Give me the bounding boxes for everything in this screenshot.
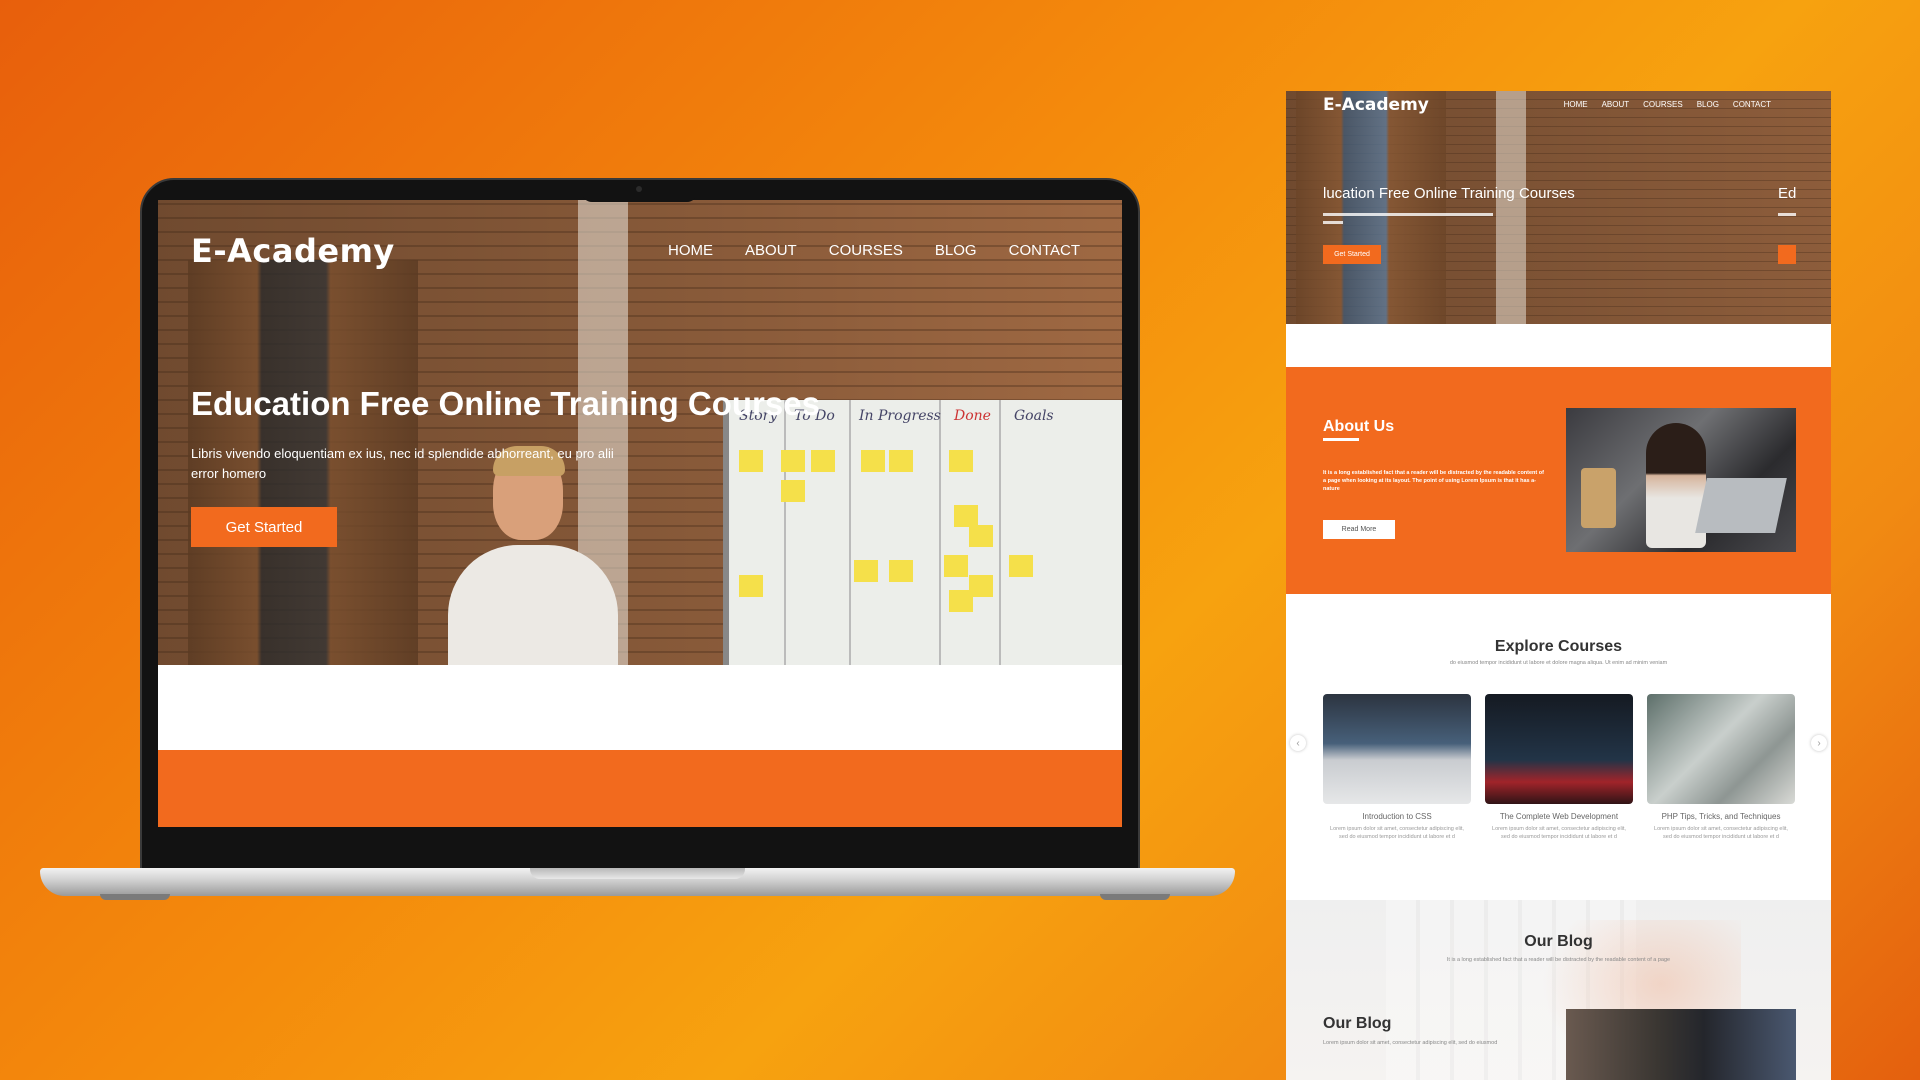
- board-divider: [999, 400, 1001, 665]
- course-card-image: [1485, 694, 1633, 804]
- preview-hero-subtitle-line: [1323, 213, 1493, 216]
- course-card-image: [1647, 694, 1795, 804]
- sticky-note: [1009, 555, 1033, 577]
- about-image-laptop: [1695, 478, 1787, 533]
- blog-post-text: Lorem ipsum dolor sit amet, consectetur …: [1323, 1040, 1498, 1046]
- sticky-note: [781, 450, 805, 472]
- preview-nav-contact[interactable]: CONTACT: [1733, 100, 1771, 109]
- nav-contact[interactable]: CONTACT: [1009, 242, 1080, 259]
- preview-hero-subtitle-line: [1323, 221, 1343, 224]
- explore-title: Explore Courses: [1494, 638, 1623, 655]
- course-card-image: [1323, 694, 1471, 804]
- preview-get-started-button[interactable]: Get Started: [1323, 245, 1381, 264]
- blog-title: Our Blog: [1524, 933, 1593, 950]
- course-card[interactable]: PHP Tips, Tricks, and Techniques Lorem i…: [1647, 694, 1795, 854]
- preview-nav-blog[interactable]: BLOG: [1697, 100, 1719, 109]
- preview-nav-courses[interactable]: COURSES: [1643, 100, 1683, 109]
- nav-about[interactable]: ABOUT: [745, 242, 797, 259]
- board-divider: [849, 400, 851, 665]
- sticky-note: [889, 560, 913, 582]
- site-header: E-Academy HOME ABOUT COURSES BLOG CONTAC…: [158, 222, 1122, 270]
- preview-hero-photo-pillar: [1496, 91, 1526, 324]
- board-divider: [939, 400, 941, 665]
- about-section: About Us It is a long established fact t…: [1286, 367, 1831, 594]
- sticky-note: [944, 555, 968, 577]
- about-image: [1566, 408, 1796, 552]
- read-more-button[interactable]: Read More: [1323, 520, 1395, 539]
- person-shirt: [448, 545, 618, 665]
- about-image-mug: [1581, 468, 1616, 528]
- course-card-desc: Lorem ipsum dolor sit amet, consectetur …: [1654, 826, 1788, 840]
- laptop-foot: [1100, 894, 1170, 900]
- course-card[interactable]: Introduction to CSS Lorem ipsum dolor si…: [1323, 694, 1471, 854]
- sticky-note: [861, 450, 885, 472]
- get-started-button[interactable]: Get Started: [191, 507, 337, 547]
- about-text: It is a long established fact that a rea…: [1323, 470, 1544, 492]
- course-card-title: The Complete Web Development: [1499, 812, 1619, 821]
- orange-section: [158, 750, 1122, 827]
- preview-hero-photo-window: [1296, 91, 1446, 324]
- sticky-note: [969, 525, 993, 547]
- preview-white-gap: [1286, 324, 1831, 367]
- carousel-next-icon[interactable]: ›: [1811, 735, 1827, 751]
- preview-hero-subtitle-line: [1778, 213, 1796, 216]
- laptop-base: [40, 868, 1235, 896]
- about-underline: [1323, 438, 1359, 441]
- preview-hero-title: lucation Free Online Training Courses: [1323, 185, 1575, 202]
- nav-courses[interactable]: COURSES: [829, 242, 903, 259]
- laptop-lid: Story To Do In Progress Done Goals E-Aca…: [140, 178, 1140, 878]
- laptop-mockup: Story To Do In Progress Done Goals E-Aca…: [40, 178, 1235, 903]
- nav-home[interactable]: HOME: [668, 242, 713, 259]
- blog-post-title[interactable]: Our Blog: [1323, 1015, 1391, 1033]
- nav-blog[interactable]: BLOG: [935, 242, 977, 259]
- board-divider: [784, 400, 786, 665]
- hero-title: Education Free Online Training Courses: [191, 385, 820, 422]
- sticky-note: [739, 575, 763, 597]
- blog-subtitle: It is a long established fact that a rea…: [1446, 957, 1671, 963]
- sticky-note: [781, 480, 805, 502]
- preview-nav-home[interactable]: HOME: [1564, 100, 1588, 109]
- preview-hero: E-Academy HOME ABOUT COURSES BLOG CONTAC…: [1286, 91, 1831, 324]
- preview-next-slide-button[interactable]: [1778, 245, 1796, 264]
- blog-section: Our Blog It is a long established fact t…: [1286, 900, 1831, 1080]
- explore-subtitle: do eiusmod tempor incididunt ut labore e…: [1449, 660, 1668, 666]
- sticky-note: [811, 450, 835, 472]
- carousel-prev-icon[interactable]: ‹: [1290, 735, 1306, 751]
- course-card-desc: Lorem ipsum dolor sit amet, consectetur …: [1330, 826, 1464, 840]
- sticky-note: [889, 450, 913, 472]
- hero-section: Story To Do In Progress Done Goals E-Aca…: [158, 200, 1122, 665]
- course-card-title: Introduction to CSS: [1362, 812, 1432, 821]
- white-section: [158, 665, 1122, 750]
- page-preview: E-Academy HOME ABOUT COURSES BLOG CONTAC…: [1286, 91, 1831, 1080]
- preview-nav-about[interactable]: ABOUT: [1602, 100, 1630, 109]
- preview-logo[interactable]: E-Academy: [1323, 95, 1429, 115]
- blog-post-image[interactable]: [1566, 1009, 1796, 1080]
- sticky-note: [954, 505, 978, 527]
- course-card[interactable]: The Complete Web Development Lorem ipsum…: [1485, 694, 1633, 854]
- board-heading: Goals: [1014, 408, 1054, 424]
- laptop-groove: [530, 868, 745, 879]
- hero-photo-whiteboard: Story To Do In Progress Done Goals: [723, 400, 1122, 665]
- sticky-note: [854, 560, 878, 582]
- board-heading: In Progress: [859, 408, 941, 424]
- laptop-foot: [100, 894, 170, 900]
- main-nav: HOME ABOUT COURSES BLOG CONTACT: [668, 242, 1080, 259]
- sticky-note: [949, 450, 973, 472]
- about-title: About Us: [1323, 418, 1395, 435]
- course-card-desc: Lorem ipsum dolor sit amet, consectetur …: [1492, 826, 1626, 840]
- camera-notch: [582, 180, 697, 202]
- course-card-title: PHP Tips, Tricks, and Techniques: [1661, 812, 1781, 821]
- board-heading: Done: [954, 408, 991, 424]
- sticky-note: [949, 590, 973, 612]
- hero-subtitle: Libris vivendo eloquentiam ex ius, nec i…: [191, 446, 614, 481]
- camera-icon: [636, 186, 642, 192]
- sticky-note: [739, 450, 763, 472]
- laptop-screen: Story To Do In Progress Done Goals E-Aca…: [158, 200, 1122, 827]
- preview-hero-title-next-slide: Ed: [1778, 185, 1797, 202]
- site-logo[interactable]: E-Academy: [191, 232, 395, 270]
- preview-nav: HOME ABOUT COURSES BLOG CONTACT: [1564, 100, 1771, 109]
